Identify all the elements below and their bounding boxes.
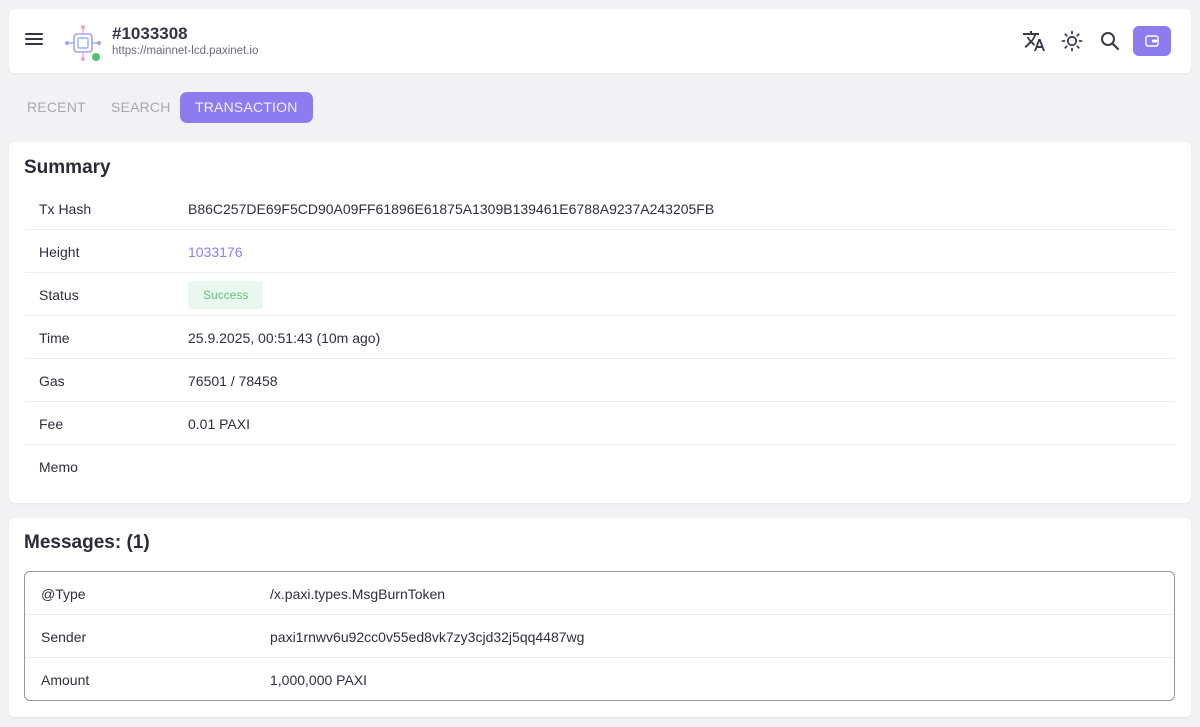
messages-card: Messages: (1) @Type /x.paxi.types.MsgBur… xyxy=(9,518,1191,717)
row-label: Amount xyxy=(41,672,90,688)
summary-heading: Summary xyxy=(24,157,111,178)
time-value: 25.9.2025, 00:51:43 (10m ago) xyxy=(188,330,381,346)
message-row-sender: Sender paxi1rnwv6u92cc0v55ed8vk7zy3cjd32… xyxy=(25,615,1174,658)
page-title: #1033308 xyxy=(112,24,188,43)
messages-heading: Messages: (1) xyxy=(24,532,150,553)
gas-value: 76501 / 78458 xyxy=(188,373,278,389)
row-label: Tx Hash xyxy=(39,201,92,217)
wallet-icon xyxy=(1145,35,1159,47)
menu-icon[interactable] xyxy=(25,30,45,50)
row-label: Sender xyxy=(41,629,87,645)
tab-recent[interactable]: RECENT xyxy=(27,92,86,123)
wallet-button[interactable] xyxy=(1133,26,1171,56)
amount-value: 1,000,000 PAXI xyxy=(270,672,368,688)
message-row-amount: Amount 1,000,000 PAXI xyxy=(25,658,1174,701)
summary-row-height: Height 1033176 xyxy=(25,230,1175,273)
row-label: Fee xyxy=(39,416,64,432)
row-label: Time xyxy=(39,330,70,346)
height-link[interactable]: 1033176 xyxy=(188,244,243,260)
endpoint-url: https://mainnet-lcd.paxinet.io xyxy=(112,45,259,57)
row-label: Memo xyxy=(39,459,78,475)
summary-row-memo: Memo xyxy=(25,445,1175,488)
translate-icon[interactable] xyxy=(1022,29,1046,53)
summary-card: Summary Tx Hash B86C257DE69F5CD90A09FF61… xyxy=(9,142,1191,503)
tx-hash-value: B86C257DE69F5CD90A09FF61896E61875A1309B1… xyxy=(188,201,715,217)
tab-transaction[interactable]: TRANSACTION xyxy=(180,92,313,123)
search-icon[interactable] xyxy=(1098,29,1122,53)
row-label: @Type xyxy=(41,586,86,602)
top-header: #1033308 https://mainnet-lcd.paxinet.io xyxy=(9,9,1191,73)
sender-address: paxi1rnwv6u92cc0v55ed8vk7zy3cjd32j5qq448… xyxy=(270,629,585,645)
row-label: Height xyxy=(39,244,80,260)
summary-row-time: Time 25.9.2025, 00:51:43 (10m ago) xyxy=(25,316,1175,359)
row-label: Status xyxy=(39,287,79,303)
summary-row-tx-hash: Tx Hash B86C257DE69F5CD90A09FF61896E6187… xyxy=(25,187,1175,230)
message-type-value: /x.paxi.types.MsgBurnToken xyxy=(270,586,446,602)
theme-sun-icon[interactable] xyxy=(1060,29,1084,53)
message-row-type: @Type /x.paxi.types.MsgBurnToken xyxy=(25,572,1174,615)
summary-row-fee: Fee 0.01 PAXI xyxy=(25,402,1175,445)
fee-value: 0.01 PAXI xyxy=(188,416,251,432)
connection-status-dot xyxy=(92,53,100,61)
row-label: Gas xyxy=(39,373,65,389)
tab-search[interactable]: SEARCH xyxy=(111,92,171,123)
summary-row-gas: Gas 76501 / 78458 xyxy=(25,359,1175,402)
message-table: @Type /x.paxi.types.MsgBurnToken Sender … xyxy=(24,571,1175,701)
status-badge: Success xyxy=(188,281,264,309)
summary-row-status: Status Success xyxy=(25,273,1175,316)
